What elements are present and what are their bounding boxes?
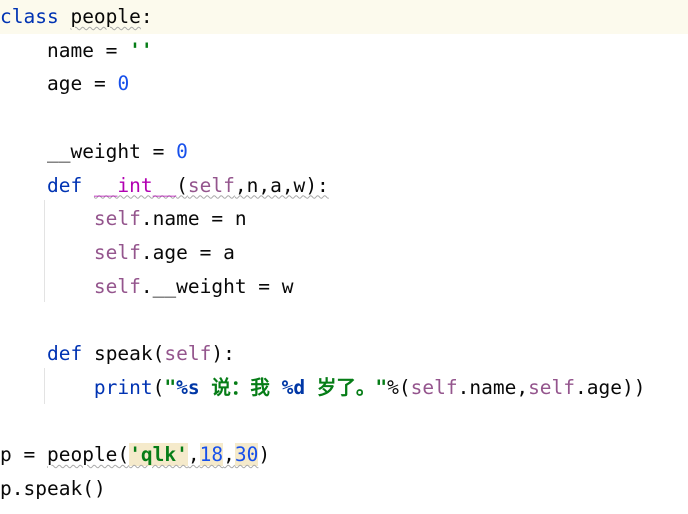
- code-line-1[interactable]: class people:: [0, 0, 688, 34]
- keyword-class: class: [0, 5, 59, 28]
- var-w: w: [281, 274, 294, 298]
- number-literal: 0: [117, 72, 130, 96]
- paren-open: (: [117, 443, 130, 467]
- format-spec-s: %s: [176, 375, 200, 399]
- close-parens: )): [622, 375, 646, 399]
- method-speak: speak: [23, 476, 83, 500]
- dot: .: [140, 240, 153, 264]
- function-name-int: __int__: [93, 173, 177, 197]
- string-literal: '': [129, 38, 153, 62]
- code-line-12[interactable]: print("%s 说：我 %d 岁了。"%(self.name,self.ag…: [0, 371, 688, 405]
- self-ref: self: [93, 207, 141, 231]
- dot: .: [140, 207, 153, 231]
- dot: .: [11, 476, 24, 500]
- self-ref: self: [410, 375, 458, 399]
- var-p: p: [0, 443, 12, 467]
- arg-number-30: 30: [234, 443, 259, 467]
- self-param: self: [187, 173, 235, 197]
- paren-open: (: [398, 375, 411, 399]
- code-line-4[interactable]: [0, 101, 688, 135]
- arg-number-18: 18: [199, 443, 224, 467]
- class-call-people: people: [46, 443, 118, 467]
- paren-close-colon: ):: [305, 173, 329, 197]
- self-ref: self: [93, 274, 141, 298]
- dot: .: [575, 375, 587, 399]
- colon: :: [140, 5, 153, 28]
- var-p: p: [0, 476, 12, 500]
- paren-close-colon: ):: [211, 342, 235, 365]
- comma: ,: [516, 375, 529, 399]
- code-line-2[interactable]: name = '': [0, 34, 688, 68]
- self-ref: self: [528, 375, 576, 399]
- paren-open: (: [152, 375, 165, 399]
- attr-name: name: [469, 375, 517, 399]
- format-spec-d: %d: [281, 375, 306, 399]
- call-parens: (): [82, 476, 106, 500]
- operator-eq: =: [140, 139, 177, 163]
- string-quote: ": [375, 375, 388, 399]
- self-param: self: [164, 342, 212, 365]
- keyword-def: def: [46, 342, 83, 365]
- string-text-age: 岁了。: [316, 375, 376, 399]
- operator-eq: =: [246, 274, 282, 298]
- attr-weight: __weight: [152, 274, 247, 298]
- comma: ,: [223, 443, 235, 467]
- var-weight: __weight: [46, 139, 141, 163]
- code-line-14[interactable]: p = people('qlk',18,30): [0, 438, 688, 472]
- code-editor[interactable]: class people: name = '' age = 0 __weight…: [0, 0, 688, 514]
- var-name: name: [46, 38, 94, 62]
- code-line-13[interactable]: [0, 404, 688, 438]
- code-line-10[interactable]: [0, 303, 688, 337]
- percent-operator: %: [387, 375, 399, 399]
- comma: ,: [187, 443, 200, 467]
- paren-close: ): [258, 443, 271, 467]
- attr-age: age: [152, 240, 188, 264]
- string-text-say: 说：我: [211, 375, 270, 399]
- dot: .: [140, 274, 153, 298]
- dot: .: [457, 375, 470, 399]
- operator-eq: =: [199, 207, 235, 231]
- code-line-8[interactable]: self.age = a: [0, 236, 688, 270]
- code-line-6[interactable]: def __int__(self,n,a,w):: [0, 169, 688, 203]
- var-age: age: [46, 72, 83, 96]
- paren-open: (: [152, 342, 165, 365]
- var-a: a: [223, 240, 235, 264]
- code-line-15[interactable]: p.speak(): [0, 472, 688, 506]
- string-quote: ": [164, 375, 177, 399]
- builtin-print: print: [93, 375, 153, 399]
- var-n: n: [234, 207, 247, 231]
- code-line-11[interactable]: def speak(self):: [0, 337, 688, 371]
- attr-age: age: [586, 375, 623, 399]
- attr-name: name: [152, 207, 200, 231]
- keyword-def: def: [46, 173, 83, 197]
- self-ref: self: [93, 240, 141, 264]
- operator-eq: =: [187, 240, 224, 264]
- code-line-7[interactable]: self.name = n: [0, 202, 688, 236]
- code-line-3[interactable]: age = 0: [0, 67, 688, 101]
- class-name: people: [70, 5, 141, 28]
- code-line-9[interactable]: self.__weight = w: [0, 270, 688, 304]
- paren-open: (: [176, 173, 188, 197]
- arg-string-qlk: 'qlk': [129, 443, 188, 467]
- params: ,n,a,w: [234, 173, 306, 197]
- function-name-speak: speak: [93, 342, 153, 365]
- operator-eq: =: [11, 443, 47, 467]
- operator-eq: =: [93, 38, 130, 62]
- number-literal: 0: [176, 139, 188, 163]
- operator-eq: =: [82, 72, 118, 96]
- code-line-5[interactable]: __weight = 0: [0, 135, 688, 169]
